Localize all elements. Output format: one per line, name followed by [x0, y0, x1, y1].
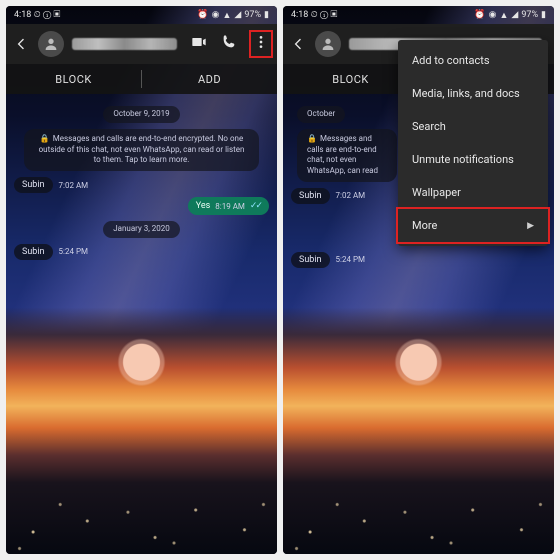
back-button[interactable] — [12, 36, 30, 52]
back-button[interactable] — [289, 36, 307, 52]
menu-media-links-docs[interactable]: Media, links, and docs — [398, 77, 548, 110]
appbar-actions — [191, 32, 271, 56]
date-chip: January 3, 2020 — [103, 221, 180, 238]
outgoing-time: 8:19 AM — [215, 202, 245, 211]
phone-left: 4:18 ⏲ ⓘ ▣ ⏰ ◉ ▲ ◢ 97% ▮ — [6, 6, 277, 554]
sender-chip: Subin — [291, 252, 330, 268]
alarm-icon: ⏰ — [197, 10, 208, 20]
incoming-time: 5:24 PM — [59, 247, 88, 256]
date-chip: October 9, 2019 — [103, 106, 179, 123]
battery-pct: 97% — [521, 10, 538, 20]
chevron-right-icon: ▶ — [527, 221, 534, 231]
incoming-meta: Subin 5:24 PM — [14, 244, 269, 260]
menu-more[interactable]: More ▶ — [398, 209, 548, 242]
add-button[interactable]: ADD — [142, 64, 277, 94]
read-ticks-icon: ✓✓ — [250, 201, 261, 211]
incoming-time: 7:02 AM — [59, 181, 89, 190]
outgoing-row: Yes 8:19 AM ✓✓ — [14, 197, 269, 215]
alarm-icon: ⏰ — [474, 10, 485, 20]
wifi-icon: ▲ — [499, 10, 508, 21]
chat-scroll[interactable]: October 9, 2019 🔒Messages and calls are … — [6, 94, 277, 554]
lock-icon: 🔒 — [40, 134, 50, 143]
battery-icon: ▮ — [264, 10, 269, 20]
overflow-menu: Add to contacts Media, links, and docs S… — [398, 40, 548, 246]
dnd-icon: ◉ — [212, 10, 220, 20]
avatar[interactable] — [38, 31, 64, 57]
encryption-notice[interactable]: 🔒Messages and calls are end-to-end encry… — [24, 129, 259, 171]
status-left: 4:18 ⏲ ⓘ ▣ — [14, 10, 60, 20]
clock: 4:18 — [14, 10, 31, 20]
signal-icon: ◢ — [511, 10, 518, 20]
dnd-icon: ◉ — [489, 10, 497, 20]
lock-icon: 🔒 — [307, 134, 317, 143]
sender-chip: Subin — [291, 188, 330, 204]
contact-name-blurred[interactable] — [72, 38, 177, 50]
video-call-icon[interactable] — [191, 34, 207, 54]
date-chip-trunc: October — [297, 106, 345, 123]
unknown-contact-strip: BLOCK ADD — [6, 64, 277, 94]
incoming-meta: Subin 5:24 PM — [291, 252, 546, 268]
menu-unmute-notifications[interactable]: Unmute notifications — [398, 143, 548, 176]
sender-chip: Subin — [14, 177, 53, 193]
phone-right: 4:18 ⏲ ⓘ ▣ ⏰ ◉ ▲ ◢ 97% ▮ BLOCK October 🔒… — [283, 6, 554, 554]
status-bar: 4:18 ⏲ ⓘ ▣ ⏰ ◉ ▲ ◢ 97% ▮ — [283, 6, 554, 24]
status-icons-left: ⏲ ⓘ ▣ — [311, 10, 338, 20]
encryption-notice-trunc[interactable]: 🔒Messages and calls are end-to-end chat,… — [297, 129, 397, 182]
app-bar — [6, 24, 277, 64]
outgoing-bubble[interactable]: Yes 8:19 AM ✓✓ — [188, 197, 269, 215]
overflow-menu-button[interactable] — [251, 32, 271, 56]
status-bar: 4:18 ⏲ ⓘ ▣ ⏰ ◉ ▲ ◢ 97% ▮ — [6, 6, 277, 24]
battery-pct: 97% — [244, 10, 261, 20]
incoming-time: 5:24 PM — [336, 255, 365, 264]
incoming-meta: Subin 7:02 AM — [14, 177, 269, 193]
status-right: ⏰ ◉ ▲ ◢ 97% ▮ — [197, 10, 269, 21]
signal-icon: ◢ — [234, 10, 241, 20]
outgoing-text: Yes — [196, 201, 211, 211]
menu-add-to-contacts[interactable]: Add to contacts — [398, 44, 548, 77]
status-left: 4:18 ⏲ ⓘ ▣ — [291, 10, 337, 20]
menu-wallpaper[interactable]: Wallpaper — [398, 176, 548, 209]
wifi-icon: ▲ — [222, 10, 231, 21]
menu-search[interactable]: Search — [398, 110, 548, 143]
status-icons-left: ⏲ ⓘ ▣ — [34, 10, 61, 20]
clock: 4:18 — [291, 10, 308, 20]
menu-more-label: More — [412, 219, 437, 232]
status-right: ⏰ ◉ ▲ ◢ 97% ▮ — [474, 10, 546, 21]
sender-chip: Subin — [14, 244, 53, 260]
block-button[interactable]: BLOCK — [6, 64, 141, 94]
avatar[interactable] — [315, 31, 341, 57]
incoming-time: 7:02 AM — [336, 191, 366, 200]
voice-call-icon[interactable] — [221, 34, 237, 54]
battery-icon: ▮ — [541, 10, 546, 20]
